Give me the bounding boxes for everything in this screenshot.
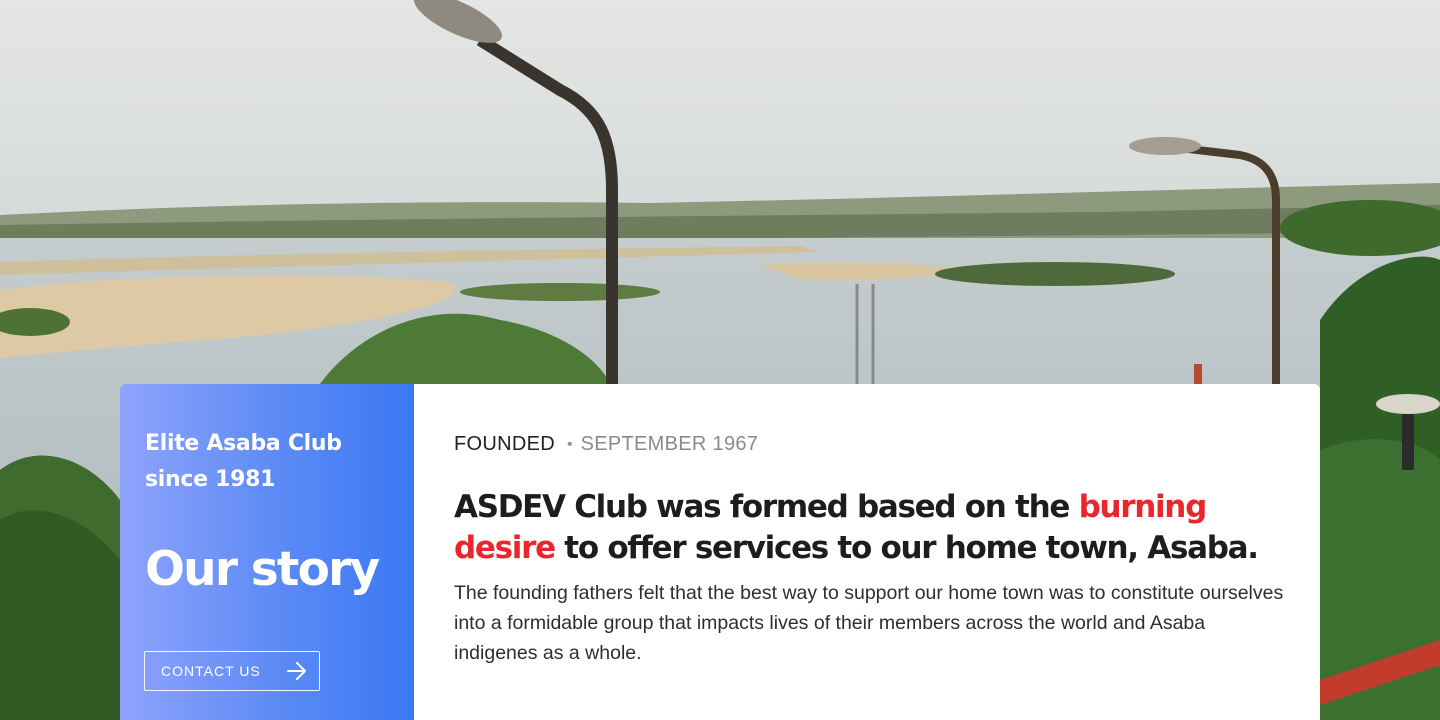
contact-us-label: CONTACT US [161, 663, 261, 679]
arrow-right-icon [287, 662, 307, 680]
founded-meta: FOUNDED • SEPTEMBER 1967 [454, 433, 1280, 456]
story-headline: ASDEV Club was formed based on the burni… [454, 487, 1294, 569]
club-tagline: Elite Asaba Club since 1981 [145, 431, 342, 492]
story-content-card: FOUNDED • SEPTEMBER 1967 ASDEV Club was … [414, 384, 1320, 720]
separator-dot: • [567, 435, 573, 453]
founded-label: FOUNDED [454, 433, 555, 455]
story-intro-panel: Elite Asaba Club since 1981 Our story CO… [120, 384, 414, 720]
headline-text-start: ASDEV Club was formed based on the [454, 489, 1079, 525]
contact-us-button[interactable]: CONTACT US [144, 651, 320, 691]
section-title: Our story [145, 542, 380, 597]
headline-text-end: to offer services to our home town, Asab… [554, 530, 1259, 566]
founded-date: SEPTEMBER 1967 [580, 433, 759, 455]
story-body-text: The founding fathers felt that the best … [454, 582, 1284, 664]
